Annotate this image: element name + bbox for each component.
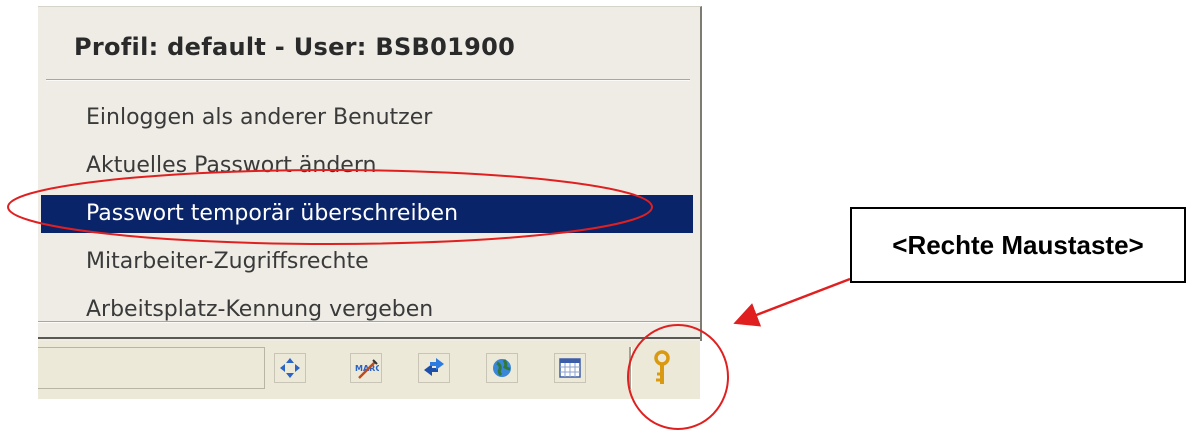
menu-item-login-other-user[interactable]: Einloggen als anderer Benutzer	[41, 99, 693, 137]
menu-item-employee-access-rights[interactable]: Mitarbeiter-Zugriffsrechte	[41, 243, 693, 281]
menu-item-change-password[interactable]: Aktuelles Passwort ändern	[41, 147, 693, 185]
status-bar-divider	[629, 347, 632, 389]
key-icon[interactable]	[642, 349, 682, 389]
move-arrows-icon[interactable]	[274, 353, 306, 383]
calendar-grid-icon[interactable]	[554, 353, 586, 383]
menu-bottom-separator	[38, 321, 700, 323]
callout-right-mouse-button: <Rechte Maustaste>	[850, 207, 1186, 283]
swap-arrows-icon[interactable]	[418, 353, 450, 383]
context-menu: Profil: default - User: BSB01900 Einlogg…	[38, 6, 702, 341]
menu-header-profile: Profil: default - User: BSB01900	[74, 33, 516, 61]
menu-bottom-border	[38, 337, 700, 339]
globe-icon[interactable]	[486, 353, 518, 383]
status-bar: MARC	[38, 341, 700, 399]
marc-edit-icon[interactable]: MARC	[350, 353, 382, 383]
menu-item-overwrite-password-temporarily[interactable]: Passwort temporär überschreiben	[41, 195, 693, 233]
menu-item-assign-workstation-id[interactable]: Arbeitsplatz-Kennung vergeben	[41, 291, 693, 329]
status-text-field	[38, 347, 265, 389]
menu-separator	[46, 79, 690, 81]
callout-arrow	[733, 277, 851, 327]
